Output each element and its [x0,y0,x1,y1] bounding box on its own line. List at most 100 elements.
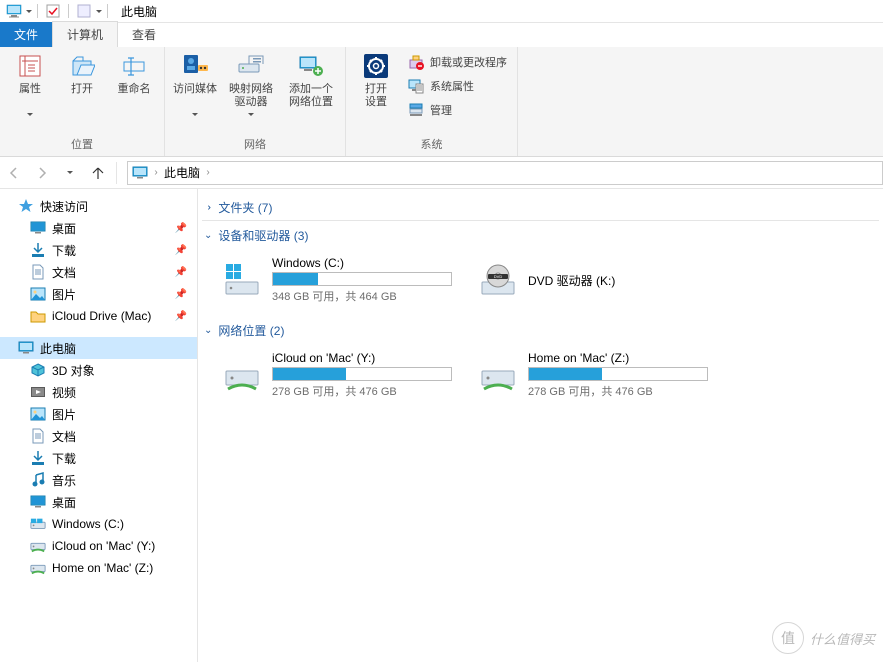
ribbon: 属性 打开 重命名 位置 访问媒体 映射网络 驱动器 [0,47,883,157]
ribbon-sysprops-button[interactable]: 系统属性 [404,75,511,97]
settings-icon [361,51,391,81]
crumb-chevron-icon[interactable]: › [152,167,160,178]
media-icon [180,51,210,81]
nav-item[interactable]: 文档 [0,425,197,447]
video-icon [30,384,46,400]
nav-item[interactable]: 音乐 [0,469,197,491]
nav-item[interactable]: iCloud on 'Mac' (Y:) [0,535,197,557]
netdrive-icon [222,355,262,395]
sysprops-icon [408,78,424,94]
uninstall-icon [408,54,424,70]
drive-icon [30,516,46,532]
nav-item[interactable]: 下载📌 [0,239,197,261]
nav-item[interactable]: 图片 [0,403,197,425]
ribbon-properties-button[interactable]: 属性 [6,51,54,116]
chevron-down-icon [27,113,33,116]
tab-computer[interactable]: 计算机 [52,21,118,47]
ribbon-rename-button[interactable]: 重命名 [110,51,158,109]
download-icon [30,450,46,466]
nav-item[interactable]: 桌面 [0,491,197,513]
nav-quick-access[interactable]: 快速访问 [0,195,197,217]
pin-icon: 📌 [175,289,187,300]
netdrive-icon [30,538,46,554]
netdrive-icon [30,560,46,576]
back-button[interactable] [0,159,28,187]
recent-dropdown[interactable] [56,159,84,187]
qat-pc-icon[interactable] [4,1,24,21]
nav-item[interactable]: 3D 对象 [0,359,197,381]
chevron-down-icon [192,113,198,116]
ribbon-access-media-button[interactable]: 访问媒体 [171,51,219,116]
group-devices[interactable]: ⌄ 设备和驱动器 (3) [202,223,879,248]
folder-icon [30,308,46,324]
title-bar: 此电脑 [0,0,883,23]
nav-item[interactable]: iCloud Drive (Mac)📌 [0,305,197,327]
ribbon-group-system: 打开 设置 卸载或更改程序 系统属性 管理 系统 [346,47,518,156]
document-icon [30,264,46,280]
manage-icon [408,102,424,118]
breadcrumb-root[interactable]: 此电脑 [164,164,200,181]
usage-bar [272,367,452,381]
tab-view[interactable]: 查看 [118,22,170,47]
usage-bar [272,272,452,286]
nav-item[interactable]: 桌面📌 [0,217,197,239]
tab-file[interactable]: 文件 [0,22,52,47]
ribbon-uninstall-button[interactable]: 卸载或更改程序 [404,51,511,73]
nav-item[interactable]: 文档📌 [0,261,197,283]
star-icon [18,198,34,214]
dvd-icon: DVD [478,260,518,300]
caret-down-icon: ⌄ [204,325,212,336]
pc-icon [132,166,148,180]
group-folders[interactable]: ⌄ 文件夹 (7) [202,195,879,221]
chevron-down-icon [248,113,254,116]
ribbon-open-settings-button[interactable]: 打开 设置 [352,51,400,109]
ribbon-group-system-label: 系统 [352,136,511,154]
nav-item[interactable]: Home on 'Mac' (Z:) [0,557,197,579]
ribbon-group-network: 访问媒体 映射网络 驱动器 添加一个 网络位置 网络 [165,47,346,156]
forward-button[interactable] [28,159,56,187]
address-bar[interactable]: › 此电脑 › [127,161,883,185]
nav-this-pc[interactable]: 此电脑 [0,337,197,359]
pc-icon [18,340,34,356]
ribbon-group-network-label: 网络 [171,136,339,154]
window-title: 此电脑 [121,3,157,20]
ribbon-tabs: 文件 计算机 查看 [0,23,883,47]
music-icon [30,472,46,488]
pin-icon: 📌 [175,311,187,322]
nav-item[interactable]: 下载 [0,447,197,469]
picture-icon [30,286,46,302]
navigation-bar: › 此电脑 › [0,157,883,189]
drive-tile[interactable]: iCloud on 'Mac' (Y:)278 GB 可用，共 476 GB [222,347,462,403]
content-pane[interactable]: ⌄ 文件夹 (7) ⌄ 设备和驱动器 (3) Windows (C:)348 G… [198,189,883,662]
properties-icon [15,51,45,81]
group-netloc[interactable]: ⌄ 网络位置 (2) [202,318,879,343]
qat-blank-icon[interactable] [74,1,94,21]
crumb-chevron-icon[interactable]: › [204,167,212,178]
pin-icon: 📌 [175,267,187,278]
usage-bar [528,367,708,381]
ribbon-manage-button[interactable]: 管理 [404,99,511,121]
map-drive-icon [236,51,266,81]
svg-text:DVD: DVD [494,274,503,279]
drive-tile[interactable]: Windows (C:)348 GB 可用，共 464 GB [222,252,462,308]
drive-tile[interactable]: Home on 'Mac' (Z:)278 GB 可用，共 476 GB [478,347,718,403]
pin-icon: 📌 [175,245,187,256]
ribbon-add-location-button[interactable]: 添加一个 网络位置 [283,51,339,109]
nav-item[interactable]: Windows (C:) [0,513,197,535]
nav-item[interactable]: 图片📌 [0,283,197,305]
picture-icon [30,406,46,422]
rename-icon [119,51,149,81]
up-button[interactable] [84,159,112,187]
drive-tile[interactable]: DVDDVD 驱动器 (K:) [478,252,718,308]
qat-dropdown-icon[interactable] [26,10,32,13]
qat-checkbox-icon[interactable] [43,1,63,21]
caret-right-icon: ⌄ [203,203,214,211]
ribbon-map-drive-button[interactable]: 映射网络 驱动器 [223,51,279,116]
qat-menu-icon[interactable] [96,10,102,13]
watermark: 值 什么值得买 [772,622,875,654]
nav-item[interactable]: 视频 [0,381,197,403]
caret-down-icon: ⌄ [204,230,212,241]
download-icon [30,242,46,258]
ribbon-open-button[interactable]: 打开 [58,51,106,109]
navigation-pane[interactable]: 快速访问 桌面📌下载📌文档📌图片📌iCloud Drive (Mac)📌 此电脑… [0,189,198,662]
